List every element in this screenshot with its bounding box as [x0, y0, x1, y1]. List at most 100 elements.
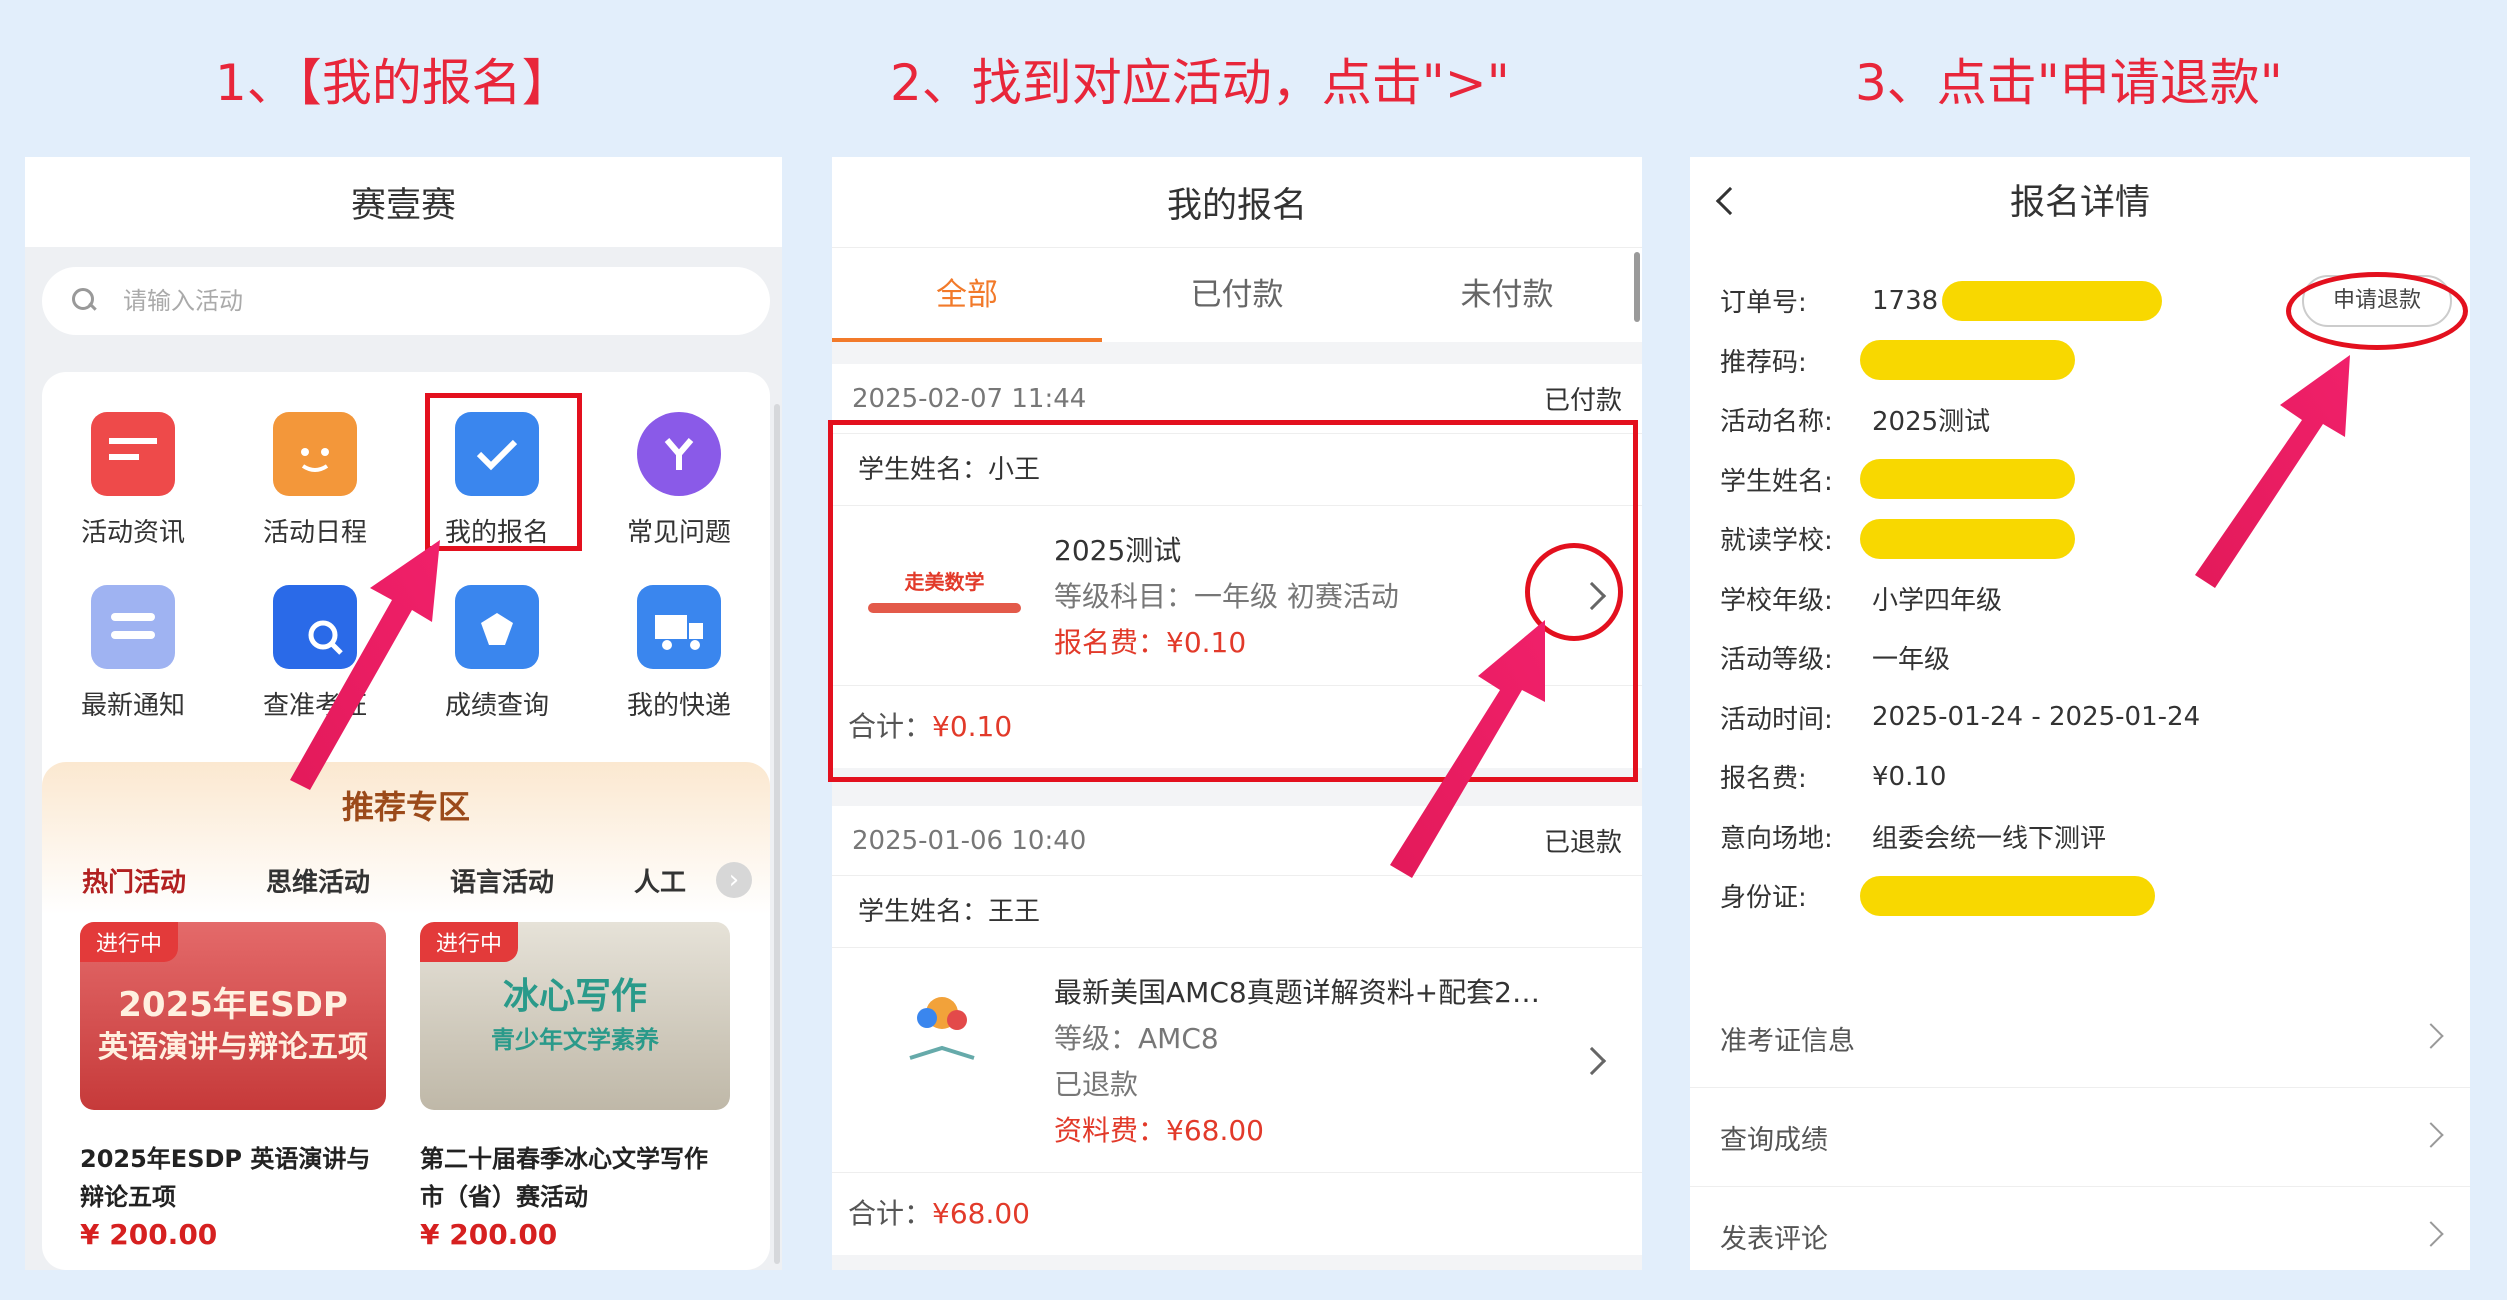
grid-item-score[interactable]: 成绩查询	[406, 585, 588, 722]
link-query-score[interactable]: 查询成绩	[1690, 1088, 2470, 1187]
step-3-title: 3、点击"申请退款"	[1855, 54, 2283, 112]
activity-card[interactable]: 进行中 冰心写作 青少年文学素养 第二十届春季冰心文学写作市（省）赛活动 ¥ 2…	[420, 922, 730, 1251]
chevron-right-icon	[2418, 1023, 2444, 1049]
status-badge: 进行中	[420, 922, 519, 962]
order-details: 2025测试 等级科目：一年级 初赛活动 报名费：¥0.10	[1054, 528, 1399, 666]
tab-unpaid[interactable]: 未付款	[1372, 248, 1642, 342]
redaction-mark	[1860, 518, 2075, 559]
grid-item-notice[interactable]: 最新通知	[42, 585, 224, 722]
grid-item-schedule[interactable]: 活动日程	[224, 412, 406, 549]
order-item[interactable]: 最新美国AMC8真题详解资料+配套2… 等级：AMC8 已退款 资料费：¥68.…	[832, 948, 1642, 1173]
activity-price: ¥ 200.00	[80, 1218, 218, 1251]
search-input[interactable]	[123, 287, 723, 315]
status-tabs: 全部 已付款 未付款	[832, 247, 1642, 342]
order-item[interactable]: 走美数学 2025测试 等级科目：一年级 初赛活动 报名费：¥0.10	[832, 506, 1642, 686]
detail-row: 活动时间: 2025-01-24 - 2025-01-24	[1690, 688, 2470, 748]
material-fee: 资料费：¥68.00	[1054, 1114, 1264, 1147]
row-key: 活动时间:	[1720, 704, 1833, 735]
link-label: 查询成绩	[1720, 1124, 1828, 1156]
tab-underline	[832, 338, 1102, 342]
row-value: 小学四年级	[1872, 585, 2003, 616]
detail-header: 报名详情	[1690, 157, 2470, 241]
search-bar[interactable]	[42, 267, 770, 335]
grid-item-express[interactable]: 我的快递	[588, 585, 770, 722]
detail-row: 身份证:	[1690, 866, 2470, 926]
grid-item-faq[interactable]: 常见问题	[588, 412, 770, 549]
link-post-comment[interactable]: 发表评论	[1690, 1187, 2470, 1270]
row-value: 一年级	[1872, 645, 1951, 676]
image-caption: 青少年文学素养	[491, 1026, 659, 1054]
rec-tab-ai[interactable]: 人工	[634, 862, 686, 902]
grid-label: 成绩查询	[444, 691, 549, 721]
chevron-right-icon[interactable]	[1577, 1046, 1607, 1076]
order-time: 2025-01-06 10:40	[852, 825, 1087, 856]
activity-name: 2025测试	[1054, 534, 1182, 567]
grid-label: 我的报名	[444, 518, 549, 548]
grid-item-ticket[interactable]: 查准考证	[224, 585, 406, 722]
back-arrow-icon[interactable]	[1715, 186, 1745, 216]
detail-row: 学校年级: 小学四年级	[1690, 569, 2470, 629]
order-time: 2025-02-07 11:44	[852, 383, 1087, 414]
faq-icon	[637, 412, 721, 496]
order-total: 合计：¥68.00	[832, 1173, 1642, 1255]
activity-image: 进行中 2025年ESDP 英语演讲与辩论五项	[80, 922, 386, 1110]
detail-list: 订单号: 1738 推荐码: 活动名称: 2025测试 学生姓名: 就读学校: 学校…	[1690, 241, 2470, 1041]
news-icon	[91, 412, 175, 496]
notice-icon	[91, 585, 175, 669]
book-thumbnail-icon	[892, 978, 992, 1078]
tab-all[interactable]: 全部	[832, 248, 1102, 342]
row-key: 意向场地:	[1720, 823, 1833, 854]
rec-tab-language[interactable]: 语言活动	[450, 862, 554, 902]
grid-label: 活动日程	[262, 518, 367, 548]
detail-row: 就读学校:	[1690, 509, 2470, 569]
signup-check-icon	[455, 412, 539, 496]
calendar-icon	[273, 412, 357, 496]
product-level: 等级：AMC8	[1054, 1022, 1219, 1055]
image-caption: 英语演讲与辩论五项	[98, 1030, 368, 1065]
redaction-mark	[1860, 875, 2155, 916]
apply-refund-button[interactable]: 申请退款	[2302, 275, 2452, 327]
step-1-title: 1、【我的报名】	[215, 54, 572, 112]
row-key: 报名费:	[1720, 764, 1807, 795]
order-header: 2025-02-07 11:44 已付款	[832, 364, 1642, 434]
chevron-right-icon[interactable]	[1577, 581, 1607, 611]
student-name: 学生姓名：小王	[832, 434, 1642, 506]
activity-name: 2025年ESDP 英语演讲与辩论五项	[80, 1145, 371, 1211]
rec-tab-hot[interactable]: 热门活动	[82, 862, 186, 902]
row-value: 1738	[1872, 285, 1939, 316]
total-value: ¥68.00	[932, 1197, 1030, 1230]
chevron-right-icon	[2418, 1221, 2444, 1247]
my-signup-screen: 我的报名 全部 已付款 未付款 2025-02-07 11:44 已付款 学生姓…	[832, 157, 1642, 1270]
scrollbar[interactable]	[1634, 252, 1640, 322]
status-badge: 进行中	[80, 922, 179, 962]
home-screen: 赛壹赛 活动资讯 活动日程 我的报名 常见问题	[25, 157, 782, 1270]
tab-paid[interactable]: 已付款	[1102, 248, 1372, 342]
row-key: 推荐码:	[1720, 347, 1807, 378]
grid-label: 活动资讯	[80, 518, 185, 548]
activity-card[interactable]: 进行中 2025年ESDP 英语演讲与辩论五项 2025年ESDP 英语演讲与辩…	[80, 922, 386, 1251]
score-icon	[455, 585, 539, 669]
redaction-mark	[1860, 340, 2075, 381]
link-ticket-info[interactable]: 准考证信息	[1690, 989, 2470, 1088]
detail-row: 学生姓名:	[1690, 450, 2470, 510]
redaction-mark	[1860, 459, 2075, 500]
product-name: 最新美国AMC8真题详解资料+配套2…	[1054, 976, 1540, 1009]
detail-row: 推荐码:	[1690, 331, 2470, 391]
grid-item-news[interactable]: 活动资讯	[42, 412, 224, 549]
scrollbar[interactable]	[774, 404, 780, 1264]
redaction-mark	[1942, 280, 2163, 321]
step-2-title: 2、找到对应活动，点击">"	[890, 54, 1510, 112]
grid-item-my-signup[interactable]: 我的报名	[406, 412, 588, 549]
order-card: 2025-02-07 11:44 已付款 学生姓名：小王 走美数学 2025测试…	[832, 364, 1642, 768]
total-label: 合计：	[848, 710, 933, 743]
activity-image: 进行中 冰心写作 青少年文学素养	[420, 922, 730, 1110]
row-key: 学生姓名:	[1720, 466, 1833, 497]
ticket-search-icon	[273, 585, 357, 669]
row-key: 身份证:	[1720, 883, 1807, 914]
activity-thumbnail: 走美数学	[862, 546, 1027, 646]
row-value: 2025测试	[1872, 407, 1991, 438]
rec-tab-thinking[interactable]: 思维活动	[266, 862, 370, 902]
order-status: 已付款	[1543, 386, 1622, 416]
row-value: ¥0.10	[1872, 761, 1947, 792]
chevron-right-icon[interactable]: ›	[716, 862, 752, 898]
